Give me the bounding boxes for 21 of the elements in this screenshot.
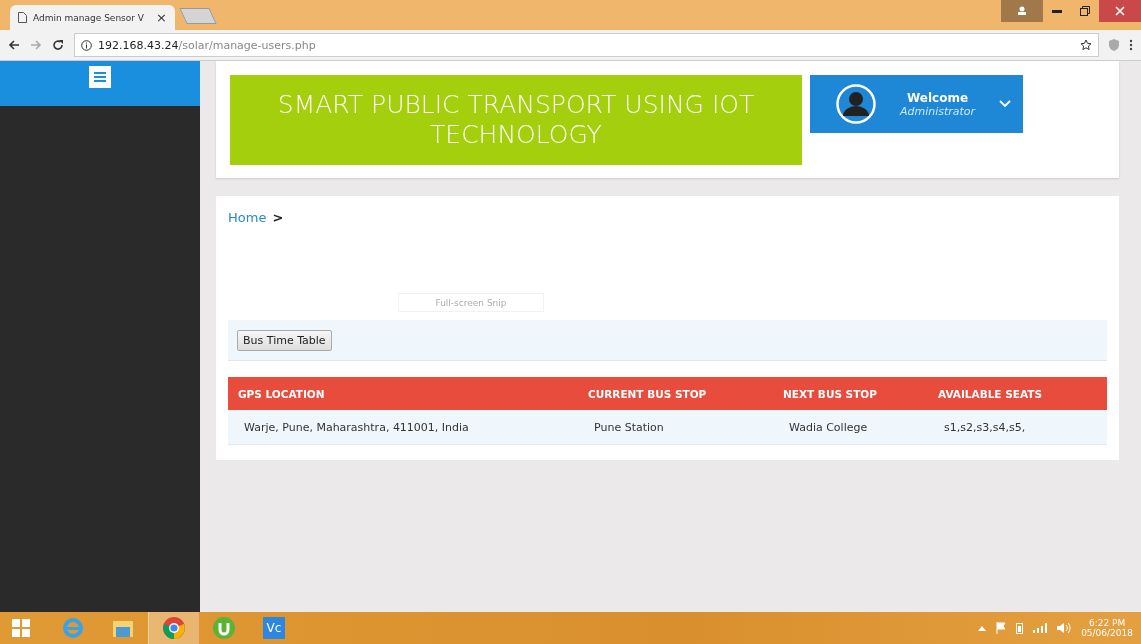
column-header: AVAILABLE SEATS — [928, 377, 1107, 410]
breadcrumb-separator: > — [272, 210, 284, 225]
timetable-button[interactable]: Bus Time Table — [237, 329, 332, 351]
address-field[interactable]: 192.168.43.24/solar/manage-users.php — [74, 33, 1099, 57]
user-menu[interactable]: Welcome Administrator — [810, 75, 1023, 133]
table-cell: Pune Station — [578, 410, 773, 445]
browser-tab[interactable]: Admin manage Sensor V × — [10, 5, 175, 30]
column-header: GPS LOCATION — [228, 377, 578, 410]
table-cell: s1,s2,s3,s4,s5, — [928, 410, 1107, 445]
close-tab-button[interactable]: × — [156, 10, 167, 25]
taskbar-button[interactable]: Vc — [249, 612, 299, 644]
snip-tooltip: Full-screen Snip — [398, 293, 544, 312]
vc-app-icon[interactable]: Vc — [263, 617, 285, 639]
home-link[interactable]: Home — [228, 210, 267, 225]
clock[interactable]: 6:22 PM 05/06/2018 — [1081, 618, 1133, 638]
tab-title: Admin manage Sensor V — [33, 12, 146, 23]
column-header: NEXT BUS STOP — [773, 377, 928, 410]
table-cell: Warje, Pune, Maharashtra, 411001, India — [228, 410, 578, 445]
table-cell: Wadia College — [773, 410, 928, 445]
site-banner: SMART PUBLIC TRANSPORT USING IOT TECHNOLOGY — [230, 75, 802, 165]
column-header: CURRENT BUS STOP — [578, 377, 773, 410]
